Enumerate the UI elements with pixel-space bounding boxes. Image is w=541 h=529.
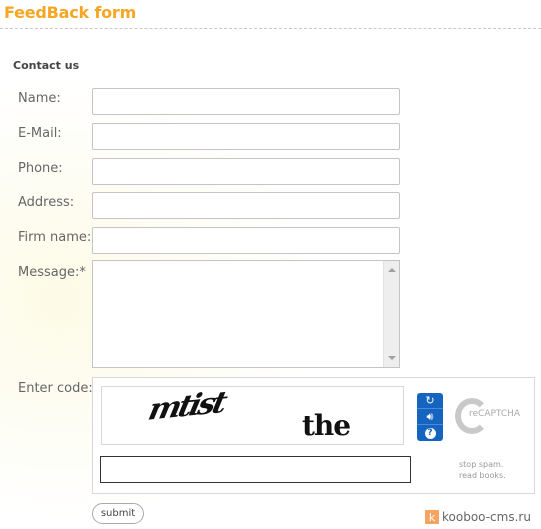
captcha-input[interactable] xyxy=(100,456,411,483)
firm-name-label: Firm name: xyxy=(18,230,92,245)
captcha-controls: ↻ 🔊︎ ? xyxy=(417,393,443,441)
section-title: Contact us xyxy=(13,59,80,72)
tagline-line-1: stop spam. xyxy=(459,460,504,469)
captcha-word-1: mtist xyxy=(145,386,228,428)
brand-link[interactable]: k kooboo-cms.ru xyxy=(425,510,531,524)
kooboo-logo-icon: k xyxy=(425,510,439,524)
scroll-up-arrow-icon[interactable] xyxy=(388,268,396,272)
title-divider xyxy=(0,28,541,29)
email-label: E-Mail: xyxy=(18,126,62,141)
refresh-icon[interactable]: ↻ xyxy=(417,393,443,409)
recaptcha-logo-text: reCAPTCHA xyxy=(469,409,521,419)
address-label: Address: xyxy=(18,195,75,210)
tagline-line-2: read books. xyxy=(459,471,506,480)
address-input[interactable] xyxy=(92,192,400,219)
name-label: Name: xyxy=(18,91,61,106)
firm-name-input[interactable] xyxy=(92,227,400,254)
email-input[interactable] xyxy=(92,123,400,150)
help-icon[interactable]: ? xyxy=(417,425,443,441)
recaptcha-logo: reCAPTCHA xyxy=(455,396,533,438)
brand-text: kooboo-cms.ru xyxy=(442,510,531,524)
message-label: Message:* xyxy=(18,265,86,280)
phone-label: Phone: xyxy=(18,161,63,176)
audio-icon[interactable]: 🔊︎ xyxy=(417,409,443,425)
captcha-image: mtist the xyxy=(101,386,404,445)
scroll-down-arrow-icon[interactable] xyxy=(388,356,396,360)
phone-input[interactable] xyxy=(92,158,400,185)
recaptcha-widget: mtist the ↻ 🔊︎ ? reCAPTCHA stop spam. re… xyxy=(92,377,535,494)
recaptcha-tagline: stop spam. read books. xyxy=(459,459,506,481)
message-textarea[interactable] xyxy=(92,260,400,368)
captcha-word-2: the xyxy=(302,409,351,442)
name-input[interactable] xyxy=(92,88,400,115)
submit-button[interactable]: submit xyxy=(92,503,144,524)
message-scrollbar[interactable] xyxy=(383,261,399,367)
captcha-label: Enter code: xyxy=(18,381,93,396)
page-title: FeedBack form xyxy=(4,3,137,22)
